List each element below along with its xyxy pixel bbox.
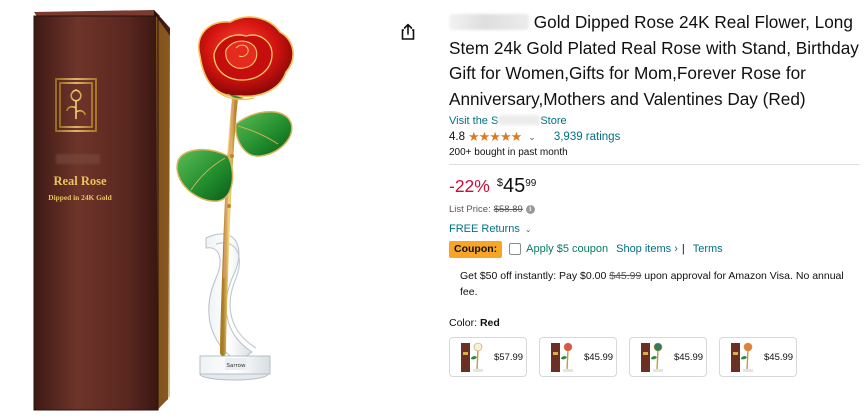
swatch-thumbnail [731, 343, 753, 373]
chevron-down-icon[interactable]: ⌄ [528, 132, 536, 143]
rose-flower [197, 16, 294, 101]
discount-percent: -22% [449, 176, 490, 197]
color-swatches: $57.99 $45.99 $45.99 $45.99 [449, 337, 861, 378]
color-swatch[interactable]: $45.99 [629, 337, 707, 378]
selected-color: Red [479, 317, 500, 330]
product-title: Gold Dipped Rose 24K Real Flower, Long S… [449, 12, 859, 109]
separator: | [681, 243, 685, 256]
coupon-badge: Coupon: [449, 240, 503, 258]
acrylic-stand: Sarrow [199, 233, 271, 381]
swatch-thumbnail [551, 343, 573, 373]
swatch-price: $45.99 [584, 351, 614, 363]
price-row: -22% $ 45 99 [449, 174, 861, 198]
swatch-price: $45.99 [674, 351, 704, 363]
rating-value[interactable]: 4.8 [449, 131, 465, 143]
coupon-checkbox[interactable] [509, 243, 522, 256]
product-image[interactable]: Real Rose Dipped in 24K Gold Sarrow [18, 6, 318, 414]
color-swatch[interactable]: $45.99 [719, 337, 797, 378]
visa-offer: Get $50 off instantly: Pay $0.00 $45.99 … [460, 270, 844, 299]
coupon-text[interactable]: Apply $5 coupon [526, 243, 608, 255]
box-label-bottom: Dipped in 24K Gold [48, 193, 112, 202]
visit-store-link[interactable]: Visit the S Store [449, 115, 861, 127]
price: $ 45 99 [497, 174, 537, 198]
rating-row: 4.8 ★★★★★ ⌄ 3,939 ratings [449, 129, 861, 145]
swatch-thumbnail [461, 343, 483, 373]
rose-stem [220, 95, 238, 356]
product-details: Gold Dipped Rose 24K Real Flower, Long S… [449, 10, 861, 378]
stand-label: Sarrow [226, 363, 246, 369]
list-price: List Price: $58.89 i [449, 204, 861, 215]
share-icon[interactable] [398, 22, 418, 42]
gift-box: Real Rose Dipped in 24K Gold [33, 10, 170, 411]
list-price-value: $58.89 [493, 204, 523, 216]
terms-link[interactable]: Terms [693, 243, 723, 255]
star-rating-icon[interactable]: ★★★★★ [468, 129, 522, 145]
bought-count: 200+ bought in past month [449, 147, 568, 159]
color-swatch[interactable]: $45.99 [539, 337, 617, 378]
coupon-row: Coupon: Apply $5 coupon Shop items › | T… [449, 240, 861, 258]
free-returns-link[interactable]: FREE Returns ⌄ [449, 223, 861, 235]
price-fraction: 99 [525, 178, 537, 190]
swatch-price: $57.99 [494, 351, 524, 363]
price-whole: 45 [502, 175, 526, 198]
divider [449, 164, 859, 166]
brand-name-redacted [449, 14, 529, 30]
color-swatch[interactable]: $57.99 [449, 337, 527, 378]
chevron-down-icon[interactable]: ⌄ [525, 225, 532, 234]
swatch-thumbnail [641, 343, 663, 373]
info-icon[interactable]: i [525, 205, 535, 215]
swatch-price: $45.99 [764, 351, 794, 363]
shop-items-link[interactable]: Shop items › [616, 243, 678, 255]
ratings-count-link[interactable]: 3,939 ratings [554, 131, 621, 143]
box-label-top: Real Rose [53, 174, 107, 188]
color-label: Color: Red [449, 317, 500, 330]
